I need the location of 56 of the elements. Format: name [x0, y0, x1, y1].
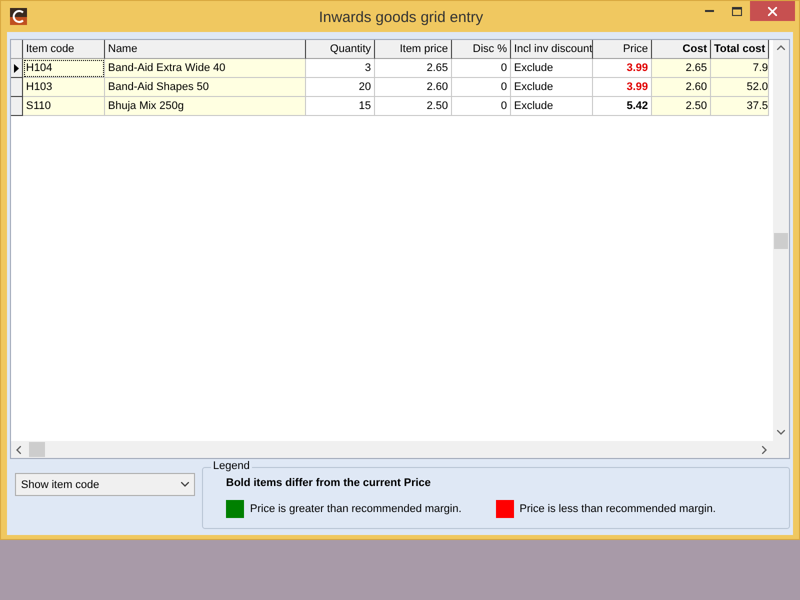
- table-cell: 3.99: [593, 78, 652, 97]
- column-header[interactable]: Incl inv discount: [511, 40, 593, 59]
- window-title: Inwards goods grid entry: [318, 9, 484, 26]
- table-cell: 52.0: [711, 78, 769, 97]
- row-selector[interactable]: [11, 97, 23, 116]
- app-logo: [10, 8, 27, 25]
- table-cell: 2.60: [652, 78, 711, 97]
- table-cell: 2.65: [375, 59, 452, 78]
- column-header[interactable]: Quantity: [306, 40, 375, 59]
- table-cell: S110: [23, 97, 105, 116]
- column-header[interactable]: Price: [593, 40, 652, 59]
- table-cell: H104: [23, 59, 105, 78]
- view-dropdown[interactable]: Show item code: [15, 473, 195, 496]
- legend-label: Price is greater than recommended margin.: [250, 503, 462, 515]
- column-header[interactable]: Item code: [23, 40, 105, 59]
- row-selector[interactable]: [11, 78, 23, 97]
- column-header[interactable]: Disc %: [452, 40, 511, 59]
- table-cell: 0: [452, 97, 511, 116]
- table-cell: Band-Aid Extra Wide 40: [105, 59, 306, 78]
- scroll-thumb[interactable]: [774, 233, 788, 249]
- current-row-icon: [14, 64, 19, 73]
- table-cell: 37.5: [711, 97, 769, 116]
- vertical-scrollbar[interactable]: [773, 40, 789, 441]
- table-cell: 20: [306, 78, 375, 97]
- table-cell: 2.50: [652, 97, 711, 116]
- legend-label: Price is less than recommended margin.: [520, 503, 716, 515]
- table-cell: 2.60: [375, 78, 452, 97]
- table-cell: Exclude: [511, 59, 593, 78]
- table-cell: H103: [23, 78, 105, 97]
- table-cell: 15: [306, 97, 375, 116]
- column-header[interactable]: Name: [105, 40, 306, 59]
- table-cell: 2.50: [375, 97, 452, 116]
- table-cell: Bhuja Mix 250g: [105, 97, 306, 116]
- table-cell: Exclude: [511, 78, 593, 97]
- table-cell: 7.9: [711, 59, 769, 78]
- column-header[interactable]: Cost: [652, 40, 711, 59]
- horizontal-scrollbar[interactable]: [11, 441, 773, 458]
- legend-note: Bold items differ from the current Price: [226, 477, 431, 489]
- table-cell: 0: [452, 59, 511, 78]
- header-corner[interactable]: [11, 40, 23, 59]
- close-button[interactable]: [750, 1, 795, 21]
- minimize-icon: [705, 10, 714, 12]
- column-header[interactable]: Total cost: [711, 40, 769, 59]
- row-selector[interactable]: [11, 59, 23, 78]
- column-header[interactable]: Item price: [375, 40, 452, 59]
- table-cell: 0: [452, 78, 511, 97]
- scroll-thumb[interactable]: [29, 442, 45, 457]
- table-cell: 2.65: [652, 59, 711, 78]
- table-cell: 5.42: [593, 97, 652, 116]
- table-cell: Band-Aid Shapes 50: [105, 78, 306, 97]
- close-icon: [768, 6, 777, 16]
- table-cell: 3: [306, 59, 375, 78]
- maximize-icon: [732, 6, 742, 16]
- table-cell: Exclude: [511, 97, 593, 116]
- legend-title: Legend: [211, 460, 252, 472]
- table-cell: 3.99: [593, 59, 652, 78]
